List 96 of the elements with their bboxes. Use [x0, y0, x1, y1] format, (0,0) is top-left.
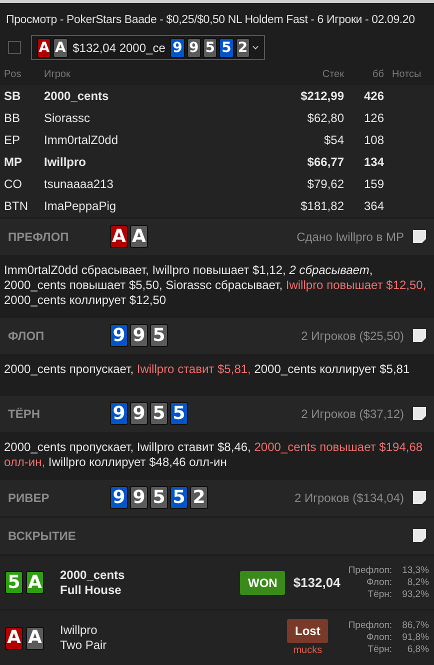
column-header: Стек [321, 68, 344, 82]
player-cell-text: ImaPeppaPig [44, 198, 118, 215]
player-name: 2000_cents [60, 568, 125, 583]
checkbox[interactable] [8, 41, 21, 54]
playing-card: 5 [219, 38, 234, 58]
bb-cell-text: 126 [362, 110, 384, 127]
position-cell-text: BTN [4, 198, 29, 215]
playing-card: A [26, 571, 44, 594]
street-info: 2 Игроков ($25,50) [301, 328, 404, 345]
playing-card: 5 [5, 571, 23, 594]
window-title: Просмотр - PokerStars Baade - $0,25/$0,50 NL Holdem Fast - 6 Игроки - 02.09.20 [5, 12, 416, 28]
player-cell-text: Imm0rtalZ0dd [44, 132, 120, 149]
won-badge: WON [240, 570, 286, 595]
playing-card: 2 [236, 38, 250, 58]
bb-cell-text: 108 [362, 132, 384, 149]
note-icon[interactable] [413, 329, 426, 342]
lost-badge: Lost [286, 618, 328, 643]
playing-card: A [53, 38, 68, 58]
column-header: Нотсы [391, 68, 422, 82]
player-name: Iwillpro [60, 623, 98, 638]
street-name: РИВЕР [8, 490, 50, 507]
note-icon[interactable] [413, 230, 426, 244]
stack-cell-text: $212,99 [300, 88, 344, 105]
note-icon[interactable] [413, 529, 426, 542]
playing-card: 9 [130, 486, 148, 510]
street-name: ПРЕФЛОП [8, 228, 70, 246]
player-cell-text: tsunaaaa213 [44, 176, 114, 193]
action-log: Imm0rtalZ0dd сбрасывает, Iwillpro повышает $1,12, 2 сбрасывает, 2000_cents повышает $5,50, Siorassc сбрасывает, Iwillpro повышает $12,50, 2000_cents коллирует $12,50 [3, 262, 428, 309]
playing-card: 5 [203, 38, 218, 58]
playing-card: 2 [190, 486, 208, 510]
playing-card: 5 [150, 486, 168, 510]
playing-card: 5 [150, 324, 168, 348]
equity-label: Флоп: [365, 576, 392, 589]
equity-value: 93,2% [402, 588, 429, 601]
equity-label: Тёрн: [366, 588, 392, 601]
position-cell-text: MP [4, 154, 23, 171]
column-header: Pos [4, 68, 22, 82]
playing-card: 9 [110, 486, 128, 510]
equity-label: Префлоп: [348, 620, 392, 632]
position-cell-text: BB [4, 110, 22, 127]
playing-card: A [37, 38, 52, 58]
playing-card: 9 [170, 38, 185, 58]
bb-cell-text: 134 [362, 154, 384, 171]
bb-cell-text: 426 [362, 88, 384, 105]
street-name: ТЁРН [8, 406, 42, 423]
playing-card: 9 [110, 402, 128, 426]
action-log: 2000_cents пропускает, Iwillpro ставит $5,81, 2000_cents коллирует $5,81 [3, 360, 411, 378]
equity-label: Префлоп: [348, 564, 392, 577]
street-info: 2 Игроков ($37,12) [301, 406, 404, 423]
playing-card: A [110, 225, 128, 248]
column-header: Игрок [44, 68, 72, 82]
playing-card: A [5, 626, 23, 650]
position-cell-text: SB [4, 88, 22, 105]
equity-value: 8,2% [406, 576, 429, 589]
playing-card: 5 [150, 402, 168, 426]
stack-cell-text: $66,77 [306, 154, 344, 171]
player-cell-text: Siorassc [44, 110, 92, 127]
hand-summary: $132,04 2000_ce [72, 40, 166, 57]
hand-rank: Two Pair [60, 638, 107, 654]
equity-value: 13,3% [402, 564, 429, 577]
hand-dropdown[interactable]: A A $132,04 2000_ce 9 9 5 5 2 [31, 35, 265, 60]
playing-card: A [130, 225, 148, 248]
playing-card: 9 [186, 38, 202, 58]
bb-cell-text: 159 [362, 176, 384, 193]
action-log: 2000_cents пропускает, Iwillpro ставит $8,46, 2000_cents повышает $194,68 олл-ин, Iwillpro коллирует $48,46 олл-ин [3, 438, 424, 471]
note-icon[interactable] [413, 407, 426, 420]
playing-card: A [26, 626, 44, 650]
street-info: Сдано Iwillpro в MP [296, 228, 404, 246]
hand-rank: Full House [60, 582, 122, 598]
won-amount: $132,04 [293, 574, 340, 592]
playing-card: 5 [170, 402, 188, 426]
position-cell-text: EP [4, 132, 22, 149]
equity-value: 86,7% [402, 620, 429, 632]
position-cell-text: CO [4, 176, 23, 193]
player-cell-text: 2000_cents [44, 88, 110, 105]
equity-label: Тёрн: [366, 644, 392, 656]
playing-card: 5 [170, 486, 188, 510]
playing-card: 9 [130, 324, 148, 348]
equity-value: 91,8% [402, 632, 429, 644]
playing-card: 9 [110, 324, 128, 348]
street-name: ФЛОП [8, 328, 46, 345]
bb-cell-text: 364 [362, 198, 384, 215]
equity-label: Флоп: [365, 632, 392, 644]
column-header: бб [372, 68, 384, 82]
equity-value: 6,8% [406, 644, 429, 656]
street-name: ВСКРЫТИЕ [8, 528, 77, 545]
note-icon[interactable] [413, 491, 426, 504]
player-cell-text: Iwillpro [44, 154, 87, 171]
street-info: 2 Игроков ($134,04) [294, 490, 404, 507]
stack-cell-text: $181,82 [300, 198, 344, 215]
mucks-note: mucks [293, 644, 322, 658]
chevron-down-icon [252, 45, 259, 50]
playing-card: 9 [130, 402, 148, 426]
stack-cell-text: $79,62 [306, 176, 344, 193]
stack-cell-text: $62,80 [306, 110, 344, 127]
stack-cell-text: $54 [322, 132, 344, 149]
